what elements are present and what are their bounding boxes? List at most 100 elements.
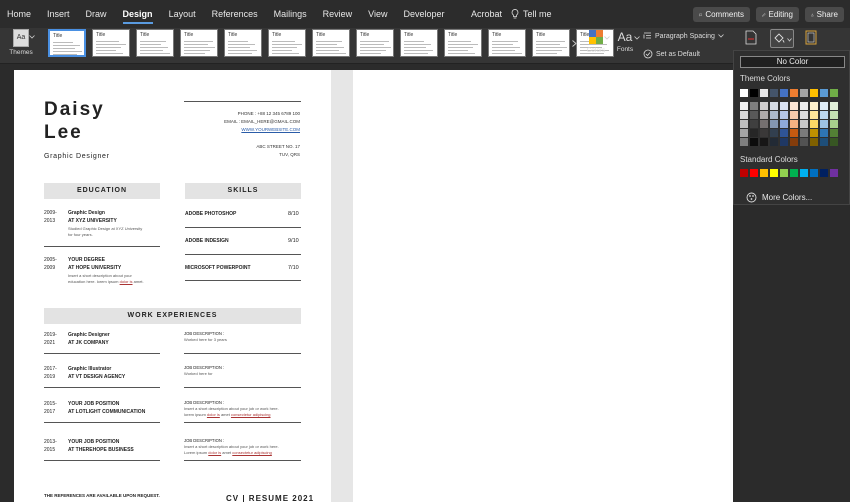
style-thumbnail[interactable]: Title bbox=[92, 29, 130, 57]
color-swatch[interactable] bbox=[770, 138, 778, 146]
color-swatch[interactable] bbox=[740, 102, 748, 110]
color-swatch[interactable] bbox=[760, 89, 768, 97]
color-swatch[interactable] bbox=[740, 89, 748, 97]
color-swatch[interactable] bbox=[800, 138, 808, 146]
chevron-down-icon[interactable] bbox=[29, 35, 35, 39]
color-swatch[interactable] bbox=[820, 138, 828, 146]
color-swatch[interactable] bbox=[810, 129, 818, 137]
color-swatch[interactable] bbox=[810, 111, 818, 119]
color-swatch[interactable] bbox=[760, 169, 768, 177]
color-swatch[interactable] bbox=[750, 169, 758, 177]
gallery-scroll-right-icon[interactable] bbox=[572, 40, 577, 47]
style-thumbnail[interactable]: Title bbox=[444, 29, 482, 57]
color-swatch[interactable] bbox=[780, 89, 788, 97]
color-swatch[interactable] bbox=[760, 129, 768, 137]
color-swatch[interactable] bbox=[760, 138, 768, 146]
color-swatch[interactable] bbox=[740, 138, 748, 146]
color-swatch[interactable] bbox=[750, 138, 758, 146]
fonts-button[interactable]: Aa Fonts bbox=[614, 29, 636, 53]
editing-button[interactable]: Editing bbox=[756, 7, 799, 22]
tab-home[interactable]: Home bbox=[0, 0, 39, 28]
tab-developer[interactable]: Developer bbox=[396, 0, 453, 28]
page-borders-icon[interactable] bbox=[805, 30, 817, 45]
color-swatch[interactable] bbox=[770, 102, 778, 110]
page-color-button[interactable] bbox=[770, 29, 794, 48]
color-swatch[interactable] bbox=[800, 129, 808, 137]
color-swatch[interactable] bbox=[750, 89, 758, 97]
color-swatch[interactable] bbox=[740, 129, 748, 137]
color-swatch[interactable] bbox=[770, 169, 778, 177]
color-swatch[interactable] bbox=[830, 169, 838, 177]
colors-button[interactable]: Colors bbox=[584, 29, 608, 54]
color-swatch[interactable] bbox=[740, 111, 748, 119]
color-swatch[interactable] bbox=[800, 111, 808, 119]
color-swatch[interactable] bbox=[770, 120, 778, 128]
color-swatch[interactable] bbox=[800, 120, 808, 128]
color-swatch[interactable] bbox=[780, 102, 788, 110]
tab-mailings[interactable]: Mailings bbox=[266, 0, 315, 28]
style-thumbnail[interactable]: Title bbox=[356, 29, 394, 57]
more-colors-option[interactable]: More Colors... bbox=[746, 192, 812, 203]
color-swatch[interactable] bbox=[740, 169, 748, 177]
tab-references[interactable]: References bbox=[204, 0, 266, 28]
style-thumbnail[interactable]: Title bbox=[312, 29, 350, 57]
contact-website[interactable]: WWW.YOURWEBSITE.COM bbox=[241, 127, 300, 132]
color-swatch[interactable] bbox=[780, 138, 788, 146]
color-swatch[interactable] bbox=[830, 111, 838, 119]
color-swatch[interactable] bbox=[810, 89, 818, 97]
color-swatch[interactable] bbox=[780, 129, 788, 137]
style-thumbnail[interactable]: Title bbox=[532, 29, 570, 57]
color-swatch[interactable] bbox=[800, 102, 808, 110]
style-thumbnail[interactable]: Title bbox=[224, 29, 262, 57]
color-swatch[interactable] bbox=[750, 111, 758, 119]
color-swatch[interactable] bbox=[750, 102, 758, 110]
color-swatch[interactable] bbox=[830, 138, 838, 146]
fonts-chevron-icon[interactable] bbox=[634, 36, 640, 40]
color-swatch[interactable] bbox=[800, 89, 808, 97]
tab-design[interactable]: Design bbox=[115, 0, 161, 28]
color-swatch[interactable] bbox=[780, 111, 788, 119]
no-color-option[interactable]: No Color bbox=[740, 56, 845, 68]
tab-layout[interactable]: Layout bbox=[161, 0, 204, 28]
color-swatch[interactable] bbox=[760, 120, 768, 128]
color-swatch[interactable] bbox=[790, 111, 798, 119]
style-thumbnail[interactable]: Title bbox=[400, 29, 438, 57]
color-swatch[interactable] bbox=[810, 169, 818, 177]
color-swatch[interactable] bbox=[830, 120, 838, 128]
style-thumbnail[interactable]: Title bbox=[48, 29, 86, 57]
color-swatch[interactable] bbox=[790, 129, 798, 137]
color-swatch[interactable] bbox=[830, 89, 838, 97]
color-swatch[interactable] bbox=[760, 111, 768, 119]
colors-chevron-icon[interactable] bbox=[604, 36, 610, 40]
tab-draw[interactable]: Draw bbox=[78, 0, 115, 28]
color-swatch[interactable] bbox=[740, 120, 748, 128]
tab-view[interactable]: View bbox=[360, 0, 395, 28]
set-as-default-button[interactable]: Set as Default bbox=[643, 49, 700, 59]
color-swatch[interactable] bbox=[750, 129, 758, 137]
color-swatch[interactable] bbox=[820, 102, 828, 110]
themes-button[interactable]: Aa Themes bbox=[6, 29, 36, 56]
color-swatch[interactable] bbox=[820, 111, 828, 119]
color-swatch[interactable] bbox=[810, 102, 818, 110]
color-swatch[interactable] bbox=[770, 129, 778, 137]
style-thumbnail[interactable]: Title bbox=[268, 29, 306, 57]
tell-me-search[interactable]: Tell me bbox=[511, 0, 552, 28]
share-button[interactable]: Share bbox=[805, 7, 844, 22]
tab-review[interactable]: Review bbox=[315, 0, 361, 28]
color-swatch[interactable] bbox=[780, 169, 788, 177]
color-swatch[interactable] bbox=[820, 120, 828, 128]
color-swatch[interactable] bbox=[790, 120, 798, 128]
color-swatch[interactable] bbox=[770, 111, 778, 119]
color-swatch[interactable] bbox=[790, 89, 798, 97]
color-swatch[interactable] bbox=[790, 102, 798, 110]
paragraph-spacing-button[interactable]: Paragraph Spacing bbox=[643, 32, 724, 40]
style-thumbnail[interactable]: Title bbox=[180, 29, 218, 57]
color-swatch[interactable] bbox=[830, 129, 838, 137]
color-swatch[interactable] bbox=[810, 138, 818, 146]
color-swatch[interactable] bbox=[750, 120, 758, 128]
color-swatch[interactable] bbox=[820, 129, 828, 137]
color-swatch[interactable] bbox=[820, 169, 828, 177]
watermark-icon[interactable] bbox=[745, 30, 757, 45]
color-swatch[interactable] bbox=[760, 102, 768, 110]
style-thumbnail[interactable]: Title bbox=[136, 29, 174, 57]
